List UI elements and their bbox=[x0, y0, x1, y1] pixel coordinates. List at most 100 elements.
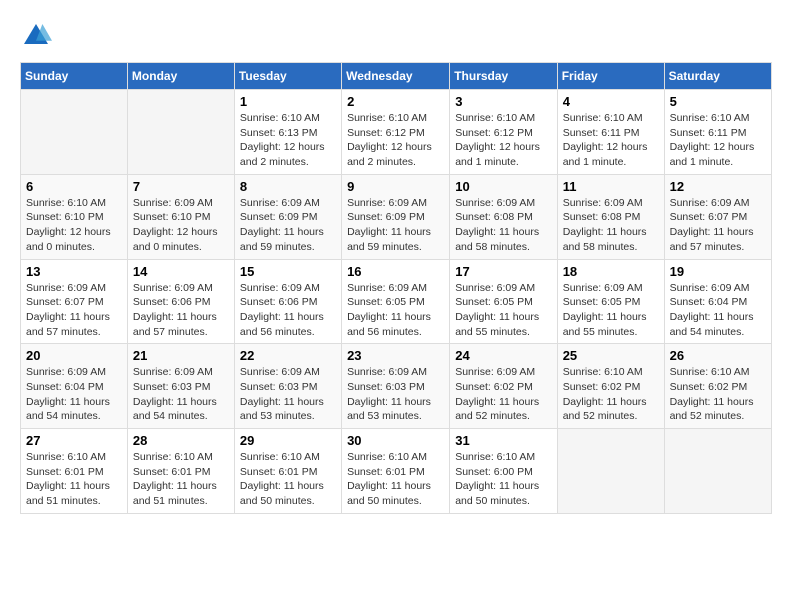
day-number: 12 bbox=[670, 179, 766, 194]
calendar-cell: 7Sunrise: 6:09 AM Sunset: 6:10 PM Daylig… bbox=[127, 174, 234, 259]
calendar-cell: 29 Sunrise: 6:10 AM Sunset: 6:01 PM Dayli… bbox=[234, 429, 341, 514]
day-info: Sunrise: 6:09 AM Sunset: 6:03 PM Dayligh… bbox=[347, 365, 444, 424]
calendar-cell: 30 Sunrise: 6:10 AM Sunset: 6:01 PM Dayli… bbox=[342, 429, 450, 514]
day-number: 17 bbox=[455, 264, 551, 279]
calendar-cell: 3 Sunrise: 6:10 AM Sunset: 6:12 PM Daylig… bbox=[450, 90, 557, 175]
logo-icon bbox=[20, 20, 52, 52]
calendar-cell: 21 Sunrise: 6:09 AM Sunset: 6:03 PM Dayli… bbox=[127, 344, 234, 429]
calendar-cell: 12 Sunrise: 6:09 AM Sunset: 6:07 PM Dayli… bbox=[664, 174, 771, 259]
day-info: Sunrise: 6:09 AM Sunset: 6:05 PM Dayligh… bbox=[563, 281, 659, 340]
day-number: 29 bbox=[240, 433, 336, 448]
day-info: Sunrise: 6:10 AM Sunset: 6:01 PM Dayligh… bbox=[26, 450, 122, 509]
day-info: Sunrise: 6:09 AM Sunset: 6:08 PM Dayligh… bbox=[563, 196, 659, 255]
day-number: 26 bbox=[670, 348, 766, 363]
calendar-cell: 23Sunrise: 6:09 AM Sunset: 6:03 PM Dayli… bbox=[342, 344, 450, 429]
day-info: Sunrise: 6:09 AM Sunset: 6:07 PM Dayligh… bbox=[26, 281, 122, 340]
calendar-cell: 13Sunrise: 6:09 AM Sunset: 6:07 PM Dayli… bbox=[21, 259, 128, 344]
day-header-monday: Monday bbox=[127, 63, 234, 90]
calendar-cell: 24 Sunrise: 6:09 AM Sunset: 6:02 PM Dayli… bbox=[450, 344, 557, 429]
day-number: 22 bbox=[240, 348, 336, 363]
day-number: 28 bbox=[133, 433, 229, 448]
day-number: 5 bbox=[670, 94, 766, 109]
calendar-cell: 4Sunrise: 6:10 AM Sunset: 6:11 PM Daylig… bbox=[557, 90, 664, 175]
day-info: Sunrise: 6:10 AM Sunset: 6:01 PM Dayligh… bbox=[240, 450, 336, 509]
day-info: Sunrise: 6:09 AM Sunset: 6:09 PM Dayligh… bbox=[240, 196, 336, 255]
day-info: Sunrise: 6:10 AM Sunset: 6:01 PM Dayligh… bbox=[133, 450, 229, 509]
day-info: Sunrise: 6:09 AM Sunset: 6:02 PM Dayligh… bbox=[455, 365, 551, 424]
calendar-cell: 14 Sunrise: 6:09 AM Sunset: 6:06 PM Dayli… bbox=[127, 259, 234, 344]
header bbox=[20, 20, 772, 52]
day-number: 9 bbox=[347, 179, 444, 194]
calendar-cell: 10 Sunrise: 6:09 AM Sunset: 6:08 PM Dayli… bbox=[450, 174, 557, 259]
calendar-header-row: SundayMondayTuesdayWednesdayThursdayFrid… bbox=[21, 63, 772, 90]
day-info: Sunrise: 6:10 AM Sunset: 6:11 PM Dayligh… bbox=[670, 111, 766, 170]
day-number: 20 bbox=[26, 348, 122, 363]
calendar-cell: 19Sunrise: 6:09 AM Sunset: 6:04 PM Dayli… bbox=[664, 259, 771, 344]
calendar-cell: 18 Sunrise: 6:09 AM Sunset: 6:05 PM Dayli… bbox=[557, 259, 664, 344]
calendar-week-row: 13Sunrise: 6:09 AM Sunset: 6:07 PM Dayli… bbox=[21, 259, 772, 344]
calendar-table: SundayMondayTuesdayWednesdayThursdayFrid… bbox=[20, 62, 772, 514]
day-info: Sunrise: 6:10 AM Sunset: 6:11 PM Dayligh… bbox=[563, 111, 659, 170]
calendar-cell: 6 Sunrise: 6:10 AM Sunset: 6:10 PM Daylig… bbox=[21, 174, 128, 259]
day-info: Sunrise: 6:09 AM Sunset: 6:03 PM Dayligh… bbox=[240, 365, 336, 424]
calendar-cell: 11Sunrise: 6:09 AM Sunset: 6:08 PM Dayli… bbox=[557, 174, 664, 259]
day-header-sunday: Sunday bbox=[21, 63, 128, 90]
day-info: Sunrise: 6:10 AM Sunset: 6:10 PM Dayligh… bbox=[26, 196, 122, 255]
calendar-week-row: 20 Sunrise: 6:09 AM Sunset: 6:04 PM Dayli… bbox=[21, 344, 772, 429]
calendar-cell bbox=[664, 429, 771, 514]
calendar-cell: 25Sunrise: 6:10 AM Sunset: 6:02 PM Dayli… bbox=[557, 344, 664, 429]
calendar-week-row: 27 Sunrise: 6:10 AM Sunset: 6:01 PM Dayli… bbox=[21, 429, 772, 514]
calendar-cell: 1 Sunrise: 6:10 AM Sunset: 6:13 PM Daylig… bbox=[234, 90, 341, 175]
day-number: 1 bbox=[240, 94, 336, 109]
day-number: 14 bbox=[133, 264, 229, 279]
day-info: Sunrise: 6:09 AM Sunset: 6:06 PM Dayligh… bbox=[240, 281, 336, 340]
day-info: Sunrise: 6:10 AM Sunset: 6:01 PM Dayligh… bbox=[347, 450, 444, 509]
day-info: Sunrise: 6:09 AM Sunset: 6:07 PM Dayligh… bbox=[670, 196, 766, 255]
day-info: Sunrise: 6:09 AM Sunset: 6:03 PM Dayligh… bbox=[133, 365, 229, 424]
day-number: 6 bbox=[26, 179, 122, 194]
day-number: 27 bbox=[26, 433, 122, 448]
day-number: 30 bbox=[347, 433, 444, 448]
day-info: Sunrise: 6:09 AM Sunset: 6:05 PM Dayligh… bbox=[455, 281, 551, 340]
day-header-wednesday: Wednesday bbox=[342, 63, 450, 90]
calendar-cell: 31 Sunrise: 6:10 AM Sunset: 6:00 PM Dayli… bbox=[450, 429, 557, 514]
day-number: 24 bbox=[455, 348, 551, 363]
day-info: Sunrise: 6:10 AM Sunset: 6:12 PM Dayligh… bbox=[347, 111, 444, 170]
calendar-cell bbox=[21, 90, 128, 175]
calendar-cell: 8 Sunrise: 6:09 AM Sunset: 6:09 PM Daylig… bbox=[234, 174, 341, 259]
day-number: 16 bbox=[347, 264, 444, 279]
calendar-cell: 9 Sunrise: 6:09 AM Sunset: 6:09 PM Daylig… bbox=[342, 174, 450, 259]
day-number: 19 bbox=[670, 264, 766, 279]
calendar-cell: 20 Sunrise: 6:09 AM Sunset: 6:04 PM Dayli… bbox=[21, 344, 128, 429]
day-info: Sunrise: 6:09 AM Sunset: 6:05 PM Dayligh… bbox=[347, 281, 444, 340]
logo bbox=[20, 20, 56, 52]
calendar-cell: 28 Sunrise: 6:10 AM Sunset: 6:01 PM Dayli… bbox=[127, 429, 234, 514]
day-number: 31 bbox=[455, 433, 551, 448]
day-info: Sunrise: 6:09 AM Sunset: 6:06 PM Dayligh… bbox=[133, 281, 229, 340]
day-header-tuesday: Tuesday bbox=[234, 63, 341, 90]
day-info: Sunrise: 6:09 AM Sunset: 6:09 PM Dayligh… bbox=[347, 196, 444, 255]
day-info: Sunrise: 6:10 AM Sunset: 6:02 PM Dayligh… bbox=[563, 365, 659, 424]
calendar-cell: 17 Sunrise: 6:09 AM Sunset: 6:05 PM Dayli… bbox=[450, 259, 557, 344]
day-number: 21 bbox=[133, 348, 229, 363]
day-number: 3 bbox=[455, 94, 551, 109]
day-header-thursday: Thursday bbox=[450, 63, 557, 90]
day-number: 8 bbox=[240, 179, 336, 194]
day-number: 7 bbox=[133, 179, 229, 194]
day-number: 2 bbox=[347, 94, 444, 109]
day-number: 18 bbox=[563, 264, 659, 279]
day-number: 15 bbox=[240, 264, 336, 279]
day-number: 10 bbox=[455, 179, 551, 194]
day-info: Sunrise: 6:09 AM Sunset: 6:08 PM Dayligh… bbox=[455, 196, 551, 255]
calendar-cell: 22 Sunrise: 6:09 AM Sunset: 6:03 PM Dayli… bbox=[234, 344, 341, 429]
day-info: Sunrise: 6:10 AM Sunset: 6:00 PM Dayligh… bbox=[455, 450, 551, 509]
day-info: Sunrise: 6:10 AM Sunset: 6:02 PM Dayligh… bbox=[670, 365, 766, 424]
day-info: Sunrise: 6:10 AM Sunset: 6:12 PM Dayligh… bbox=[455, 111, 551, 170]
calendar-cell bbox=[127, 90, 234, 175]
calendar-week-row: 1 Sunrise: 6:10 AM Sunset: 6:13 PM Daylig… bbox=[21, 90, 772, 175]
day-info: Sunrise: 6:09 AM Sunset: 6:04 PM Dayligh… bbox=[26, 365, 122, 424]
calendar-cell: 27 Sunrise: 6:10 AM Sunset: 6:01 PM Dayli… bbox=[21, 429, 128, 514]
calendar-cell: 26 Sunrise: 6:10 AM Sunset: 6:02 PM Dayli… bbox=[664, 344, 771, 429]
calendar-cell: 5 Sunrise: 6:10 AM Sunset: 6:11 PM Daylig… bbox=[664, 90, 771, 175]
day-info: Sunrise: 6:10 AM Sunset: 6:13 PM Dayligh… bbox=[240, 111, 336, 170]
